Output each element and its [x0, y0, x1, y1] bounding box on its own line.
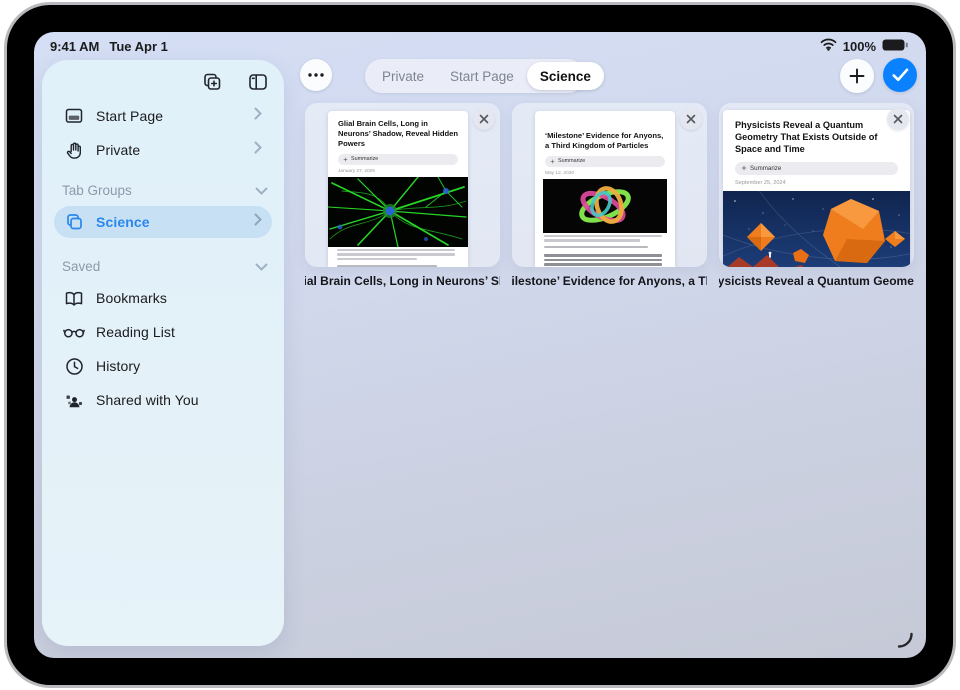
sidebar-item-private[interactable]: Private [54, 134, 272, 166]
battery-percent: 100% [843, 39, 876, 54]
sidebar-item-start-page[interactable]: Start Page [54, 100, 272, 132]
new-tab-group-button[interactable] [200, 70, 224, 94]
segment-label: Start Page [450, 69, 514, 84]
segment-science[interactable]: Science [527, 62, 604, 90]
status-time: 9:41 AM [50, 39, 99, 54]
new-tab-button[interactable] [840, 59, 874, 93]
page-curl-handle[interactable] [897, 632, 914, 649]
section-title: Saved [62, 259, 100, 274]
sidebar-item-label: Bookmarks [96, 290, 262, 306]
more-options-button[interactable] [300, 59, 332, 91]
eyeglasses-icon [62, 325, 86, 339]
tab-title-text: Physicists Reveal a Quantum Geometr… [719, 274, 914, 288]
page-title: Glial Brain Cells, Long in Neurons’ Shad… [328, 111, 468, 149]
article-date: September 25, 2024 [735, 180, 898, 186]
page-title: ‘Milestone’ Evidence for Anyons, a Third… [535, 111, 675, 151]
summarize-label: Summarize [558, 158, 585, 164]
status-bar: 9:41 AM Tue Apr 1 100% [34, 32, 926, 58]
summarize-label: Summarize [351, 156, 378, 162]
section-header-saved[interactable]: Saved [62, 256, 272, 276]
segment-start-page[interactable]: Start Page [437, 62, 527, 90]
close-tab-button[interactable] [473, 108, 495, 130]
sidebar-item-reading-list[interactable]: Reading List [54, 316, 272, 348]
article-date: January 27, 2025 [338, 169, 458, 174]
chevron-right-icon [254, 213, 262, 231]
anyons-article-image [543, 179, 667, 233]
chevron-right-icon [254, 107, 262, 125]
article-date: May 12, 2020 [545, 171, 665, 176]
segment-private[interactable]: Private [369, 62, 437, 90]
tab-title-quantum[interactable]: Physicists Reveal a Quantum Geometr… [719, 273, 914, 289]
book-icon [62, 290, 86, 307]
chevron-down-icon [255, 259, 268, 274]
tab-thumbnail-anyons[interactable]: ‘Milestone’ Evidence for Anyons, a Third… [512, 103, 707, 267]
start-page-icon [62, 107, 86, 125]
sidebar-item-bookmarks[interactable]: Bookmarks [54, 282, 272, 314]
section-title: Tab Groups [62, 183, 132, 198]
tab-group-icon [62, 212, 86, 232]
segment-label: Private [382, 69, 424, 84]
section-header-tab-groups[interactable]: Tab Groups [62, 180, 272, 200]
tab-thumbnail-quantum[interactable]: Physicists Reveal a Quantum Geometry Tha… [719, 103, 914, 267]
wifi-icon [820, 38, 837, 54]
segment-label: Science [540, 69, 591, 84]
sidebar-item-history[interactable]: History [54, 350, 272, 382]
summarize-label: Summarize [750, 165, 781, 172]
tab-thumbnail-glial[interactable]: Glial Brain Cells, Long in Neurons’ Shad… [305, 103, 500, 267]
shared-with-you-icon [62, 391, 86, 409]
sidebar-item-label: Shared with You [96, 392, 262, 408]
ipad-screenshot: 9:41 AM Tue Apr 1 100% [0, 0, 960, 690]
page-title: Physicists Reveal a Quantum Geometry Tha… [723, 110, 910, 156]
done-button[interactable] [883, 58, 917, 92]
tab-title-glial[interactable]: Glial Brain Cells, Long in Neurons’ Sh… [305, 273, 500, 289]
tab-title-text: ‘Milestone’ Evidence for Anyons, a Th… [512, 274, 707, 288]
close-tab-button[interactable] [887, 108, 909, 130]
sidebar: Start Page Private Tab Groups [42, 60, 284, 646]
tab-group-switcher: Private Start Page Science [365, 59, 585, 93]
tab-title-anyons[interactable]: ‘Milestone’ Evidence for Anyons, a Th… [512, 273, 707, 289]
summarize-button: Summarize [735, 162, 898, 175]
sidebar-item-label: Start Page [96, 108, 254, 124]
toggle-sidebar-button[interactable] [246, 70, 270, 94]
sidebar-item-label: History [96, 358, 262, 374]
sidebar-item-science[interactable]: Science [54, 206, 272, 238]
hand-icon [62, 141, 86, 160]
neuron-article-image [328, 177, 468, 247]
summarize-button: Summarize [338, 154, 458, 165]
tab-title-text: Glial Brain Cells, Long in Neurons’ Sh… [305, 274, 500, 288]
quantum-geometry-article-image [723, 191, 910, 267]
sidebar-item-shared-with-you[interactable]: Shared with You [54, 384, 272, 416]
safari-tab-overview: 9:41 AM Tue Apr 1 100% [34, 32, 926, 658]
sidebar-item-label: Reading List [96, 324, 262, 340]
battery-icon [882, 39, 908, 54]
chevron-right-icon [254, 141, 262, 159]
sidebar-item-label: Science [96, 214, 254, 230]
clock-icon [62, 357, 86, 376]
sidebar-item-label: Private [96, 142, 254, 158]
chevron-down-icon [255, 183, 268, 198]
summarize-button: Summarize [545, 156, 665, 167]
close-tab-button[interactable] [680, 108, 702, 130]
status-date: Tue Apr 1 [109, 39, 168, 54]
